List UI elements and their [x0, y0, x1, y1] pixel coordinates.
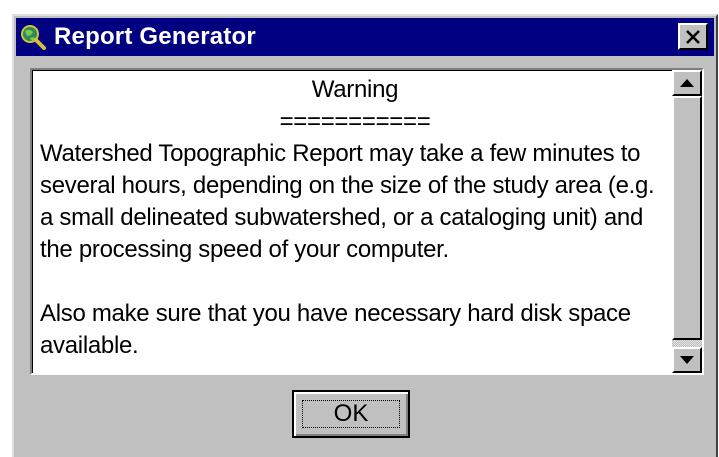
- message-heading: Warning: [311, 76, 399, 103]
- ok-button[interactable]: OK: [292, 390, 410, 438]
- close-button[interactable]: [678, 23, 708, 50]
- close-icon: [686, 29, 700, 44]
- message-underline: ===========: [279, 108, 431, 135]
- arrow-down-icon: [680, 356, 694, 364]
- message-paragraph-1: Watershed Topographic Report may take a …: [40, 140, 661, 263]
- ok-button-label: OK: [333, 400, 369, 427]
- globe-magnifier-icon: [21, 25, 46, 50]
- message-paragraph-2: Also make sure that you have necessary h…: [40, 300, 638, 359]
- message-textbox[interactable]: Warning =========== Watershed Topographic …: [30, 68, 704, 375]
- title-bar[interactable]: Report Generator: [16, 18, 714, 56]
- scroll-up-button[interactable]: [672, 70, 702, 96]
- window-title: Report Generator: [54, 23, 256, 50]
- message-text: Warning =========== Watershed Topographic …: [40, 74, 670, 362]
- arrow-up-icon: [680, 79, 694, 87]
- scroll-thumb[interactable]: [672, 96, 702, 340]
- scroll-down-button[interactable]: [672, 347, 702, 373]
- report-generator-dialog: Report Generator Warning =========== Water…: [12, 14, 718, 457]
- vertical-scrollbar[interactable]: [672, 70, 702, 373]
